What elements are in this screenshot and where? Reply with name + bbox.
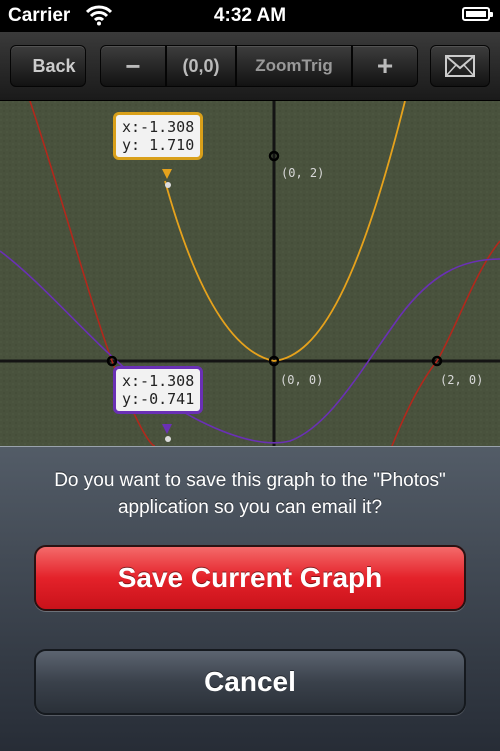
point-label-origin: (0, 0) [280, 373, 323, 387]
back-button[interactable]: Back [0, 45, 86, 88]
graph-plot: (0, 2) (0, 0) (2, 0) [0, 101, 500, 446]
zoom-out-button[interactable]: − [100, 45, 166, 87]
battery-icon [462, 7, 493, 21]
origin-button[interactable]: (0,0) [166, 45, 236, 87]
purple-trace-readout: x:-1.308 y:-0.741 [113, 366, 204, 414]
graph-toolbar: Back − (0,0) ZoomTrig + [0, 32, 500, 101]
back-button-label: Back [32, 56, 76, 76]
status-time: 4:32 AM [213, 5, 287, 26]
status-bar: Carrier 4:32 AM [0, 0, 500, 32]
cancel-button[interactable]: Cancel [34, 649, 466, 715]
readout-x: x:-1.308 [122, 372, 195, 390]
save-current-graph-button[interactable]: Save Current Graph [34, 545, 466, 611]
zoom-segmented-control: − (0,0) ZoomTrig + [100, 45, 418, 87]
readout-y: y: 1.710 [122, 136, 195, 154]
zoom-trig-button[interactable]: ZoomTrig [236, 45, 352, 87]
orange-trace-readout: x:-1.308 y: 1.710 [113, 112, 204, 160]
graph-background [0, 101, 500, 446]
orange-trace-point [165, 182, 171, 188]
readout-x: x:-1.308 [122, 118, 195, 136]
point-label-0-2: (0, 2) [281, 166, 324, 180]
back-arrow-shape [0, 45, 37, 88]
mail-button[interactable] [430, 45, 490, 87]
action-sheet-message: Do you want to save this graph to the "P… [54, 470, 446, 518]
graph-canvas[interactable]: (0, 2) (0, 0) (2, 0) [0, 101, 500, 446]
purple-trace-point [165, 436, 171, 442]
readout-y: y:-0.741 [122, 390, 195, 408]
zoom-in-button[interactable]: + [352, 45, 418, 87]
envelope-icon [445, 55, 475, 77]
save-action-sheet: Do you want to save this graph to the "P… [0, 446, 500, 751]
point-label-2-0: (2, 0) [440, 373, 483, 387]
